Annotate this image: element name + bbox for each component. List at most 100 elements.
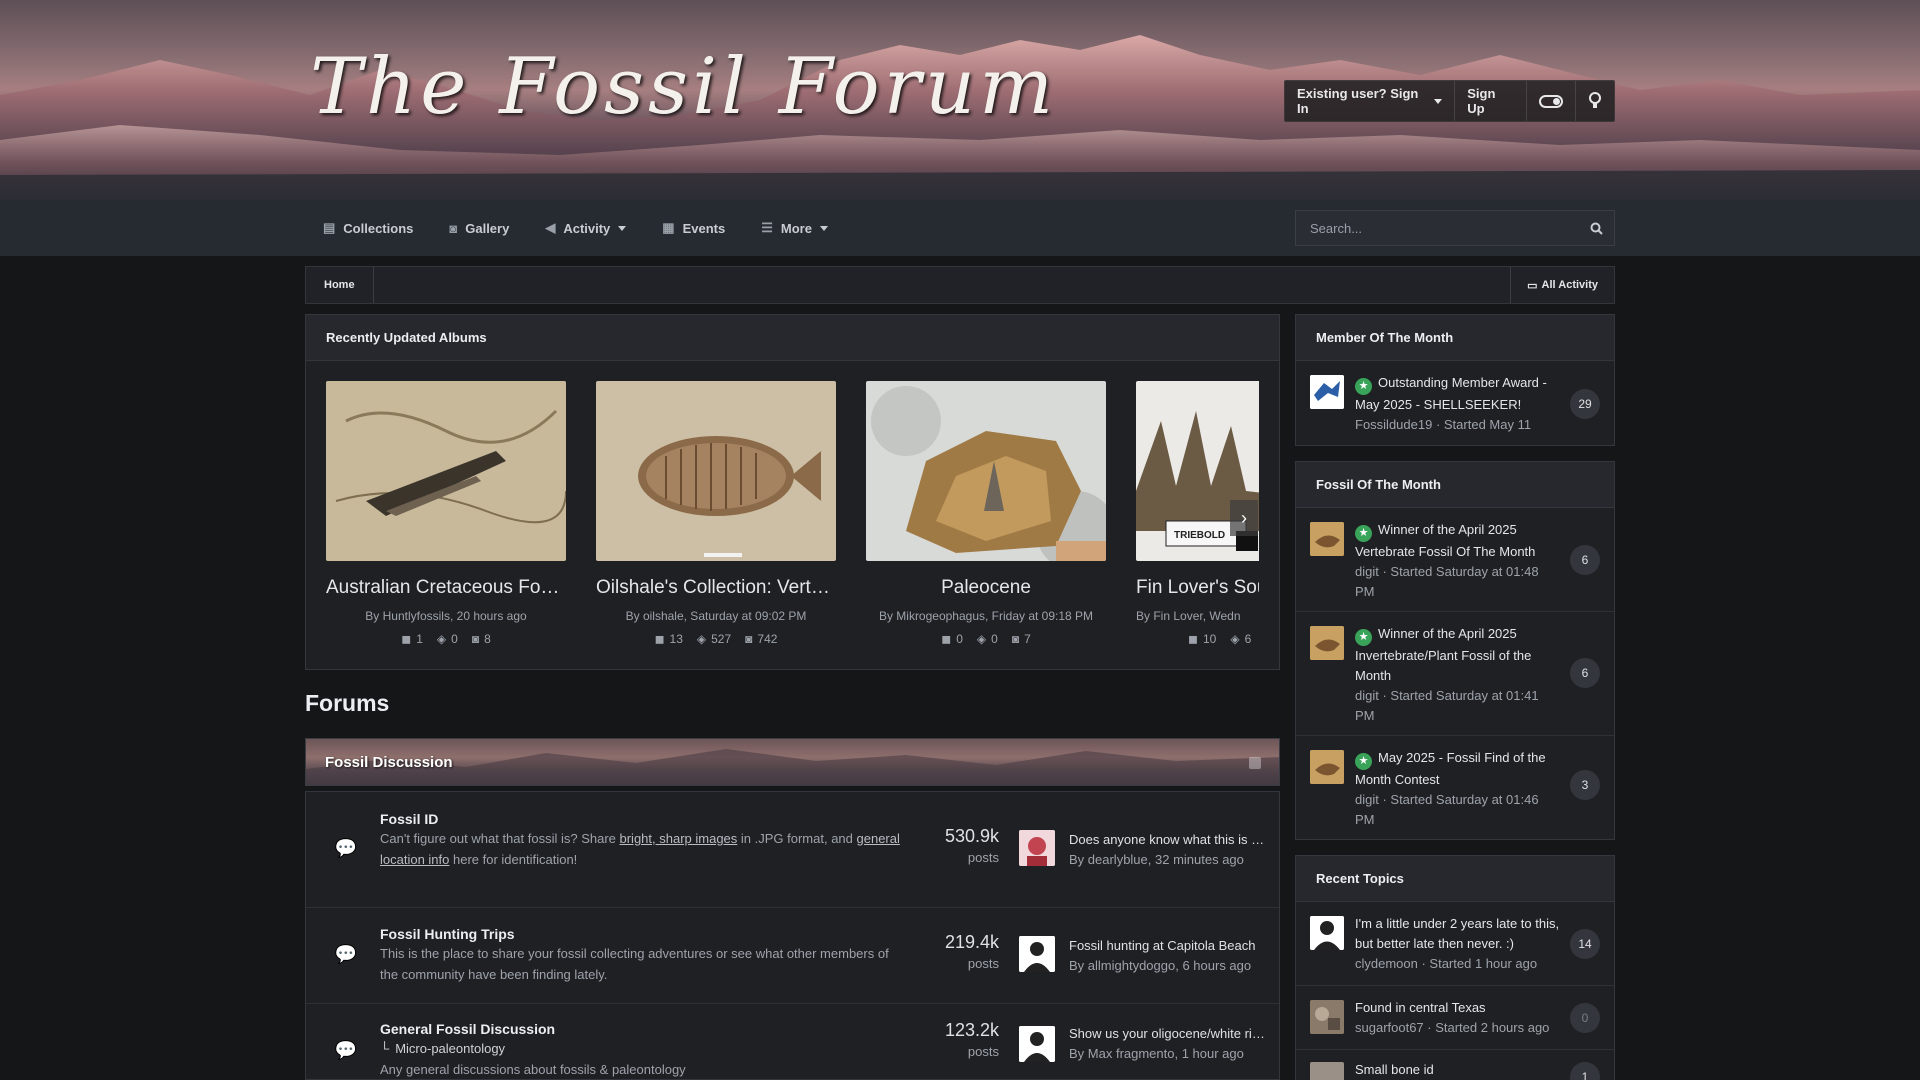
search-button[interactable] — [1578, 210, 1614, 246]
nav-events[interactable]: ▦ Events — [644, 200, 743, 256]
post-count: 219.4k posts — [944, 932, 999, 971]
collapse-icon[interactable] — [1249, 757, 1261, 769]
category-title[interactable]: Fossil Discussion — [325, 754, 453, 771]
header-banner: The Fossil Forum — [0, 0, 1920, 200]
camera-icon: ◙ — [1011, 632, 1020, 646]
forum-row: 💬 Fossil Hunting Trips This is the place… — [306, 908, 1279, 1004]
forum-title[interactable]: General Fossil Discussion — [380, 1021, 555, 1037]
album-title[interactable]: Paleocene — [866, 577, 1106, 599]
carousel-next-button[interactable]: › — [1230, 500, 1258, 536]
avatar[interactable] — [1310, 916, 1344, 950]
last-post-title[interactable]: Show us your oligocene/white ri… — [1069, 1026, 1269, 1041]
topic-meta: sugarfoot67 · Started 2 hours ago — [1355, 1020, 1550, 1035]
reply-count: 6 — [1570, 545, 1600, 575]
breadcrumb-home[interactable]: Home — [306, 267, 374, 303]
topic-title[interactable]: May 2025 - Fossil Find of the Month Cont… — [1355, 750, 1546, 787]
topic-item: I'm a little under 2 years late to this,… — [1296, 902, 1614, 986]
topic-title[interactable]: Winner of the April 2025 Vertebrate Foss… — [1355, 522, 1535, 559]
sign-up-button[interactable]: Sign Up — [1455, 81, 1527, 121]
subforum-link[interactable]: └ Micro-paleontology — [380, 1041, 505, 1056]
chat-bubbles-icon: 💬 — [334, 1040, 358, 1060]
topic-title[interactable]: Small bone id — [1355, 1062, 1434, 1077]
calendar-icon: ▦ — [662, 220, 675, 235]
topic-text: ★ Winner of the April 2025 Vertebrate Fos… — [1355, 520, 1561, 602]
album-thumbnail[interactable] — [596, 381, 836, 561]
document-icon: ▤ — [323, 220, 336, 235]
avatar[interactable] — [1310, 1000, 1344, 1034]
svg-text:TRIEBOLD: TRIEBOLD — [1174, 530, 1225, 541]
album-title[interactable]: Fin Lover's Sou — [1136, 577, 1259, 599]
avatar[interactable] — [1019, 830, 1055, 866]
reviews-stat: ◈ 0 — [976, 632, 998, 646]
avatar[interactable] — [1019, 1026, 1055, 1062]
nav-gallery[interactable]: ◙ Gallery — [431, 200, 527, 256]
camera-icon: ◙ — [449, 220, 458, 236]
comment-icon: ◼ — [401, 632, 412, 646]
nav-activity[interactable]: ◀ Activity — [527, 200, 644, 256]
avatar[interactable] — [1310, 375, 1344, 409]
topic-meta: digit · Started Saturday at 01:41 PM — [1355, 687, 1539, 723]
last-post: Show us your oligocene/white ri… By Max … — [1069, 1026, 1269, 1061]
search-input[interactable] — [1296, 220, 1578, 236]
album-byline: By oilshale, Saturday at 09:02 PM — [625, 609, 807, 623]
last-post-title[interactable]: Does anyone know what this is … — [1069, 832, 1269, 847]
nav-label: Events — [682, 220, 726, 236]
nav-collections[interactable]: ▤ Collections — [305, 200, 431, 256]
fossil-of-month-panel: Fossil Of The Month ★ Winner of the April… — [1295, 461, 1615, 840]
nav-more[interactable]: ☰ More — [743, 200, 846, 256]
star-icon: ★ — [1355, 377, 1372, 395]
album-title[interactable]: Australian Cretaceous Fossils — [326, 577, 566, 599]
nav-label: Gallery — [465, 220, 510, 236]
all-activity-link[interactable]: ▭ All Activity — [1510, 267, 1614, 303]
star-icon: ★ — [1355, 524, 1372, 542]
topic-title[interactable]: Outstanding Member Award - May 2025 - SH… — [1355, 375, 1547, 412]
avatar[interactable] — [1310, 626, 1344, 660]
album-title[interactable]: Oilshale's Collection: Verte… — [596, 577, 836, 599]
reply-count: 6 — [1570, 658, 1600, 688]
avatar[interactable] — [1310, 750, 1344, 784]
avatar[interactable] — [1310, 522, 1344, 556]
member-of-month-panel: Member Of The Month ★ Outstanding Member … — [1295, 314, 1615, 446]
reply-count: 0 — [1570, 1003, 1600, 1033]
comments-stat: ◼ 13 — [654, 632, 683, 646]
topic-text: ★ Outstanding Member Award - May 2025 - S… — [1355, 373, 1561, 435]
album-card[interactable]: Paleocene By Mikrogeophagus, Friday at 0… — [866, 381, 1106, 646]
reviews-stat: ◈ 6 — [1230, 632, 1252, 646]
lightbulb-button[interactable] — [1576, 81, 1614, 121]
album-thumbnail[interactable] — [326, 381, 566, 561]
last-post: Does anyone know what this is … By dearl… — [1069, 832, 1269, 867]
forum-row: 💬 General Fossil Discussion └ Micro-paleo… — [306, 1004, 1279, 1079]
comments-stat: ◼ 10 — [1188, 632, 1217, 646]
search-box — [1295, 210, 1615, 246]
toggle-icon — [1539, 94, 1563, 108]
caret-down-icon — [618, 225, 627, 231]
sign-in-button[interactable]: Existing user? Sign In — [1285, 81, 1456, 121]
star-icon: ★ — [1355, 752, 1372, 770]
lightbulb-icon — [1589, 92, 1601, 108]
topic-title[interactable]: I'm a little under 2 years late to this,… — [1355, 916, 1559, 951]
forum-title[interactable]: Fossil Hunting Trips — [380, 926, 515, 942]
last-post-title[interactable]: Fossil hunting at Capitola Beach — [1069, 938, 1269, 953]
album-card[interactable]: Oilshale's Collection: Verte… By oilshal… — [596, 381, 836, 646]
album-stats: ◼ 13 ◈ 527 ◙ 742 — [596, 632, 836, 646]
desc-link[interactable]: bright, sharp images — [620, 831, 738, 846]
topic-title[interactable]: Winner of the April 2025 Invertebrate/Pl… — [1355, 626, 1531, 683]
topic-title[interactable]: Found in central Texas — [1355, 1000, 1486, 1015]
topic-item: Small bone id 1 — [1296, 1050, 1614, 1080]
panel-title: Recent Topics — [1296, 856, 1614, 902]
post-count: 123.2k posts — [944, 1020, 999, 1059]
topic-meta: digit · Started Saturday at 01:48 PM — [1355, 563, 1539, 599]
subforum-arrow-icon: └ — [380, 1041, 390, 1056]
album-thumbnail[interactable] — [866, 381, 1106, 561]
last-post: Fossil hunting at Capitola Beach By allm… — [1069, 938, 1269, 973]
album-card[interactable]: Australian Cretaceous Fossils By Huntlyf… — [326, 381, 566, 646]
avatar[interactable] — [1019, 936, 1055, 972]
avatar[interactable] — [1310, 1062, 1344, 1080]
camera-icon: ◙ — [471, 632, 480, 646]
site-logo[interactable]: The Fossil Forum — [310, 42, 1057, 132]
camera-icon: ◙ — [745, 632, 753, 646]
images-stat: ◙ 7 — [1011, 632, 1031, 646]
theme-toggle[interactable] — [1527, 81, 1576, 121]
last-post-byline: By dearlyblue, 32 minutes ago — [1069, 852, 1244, 867]
forum-title[interactable]: Fossil ID — [380, 811, 438, 827]
